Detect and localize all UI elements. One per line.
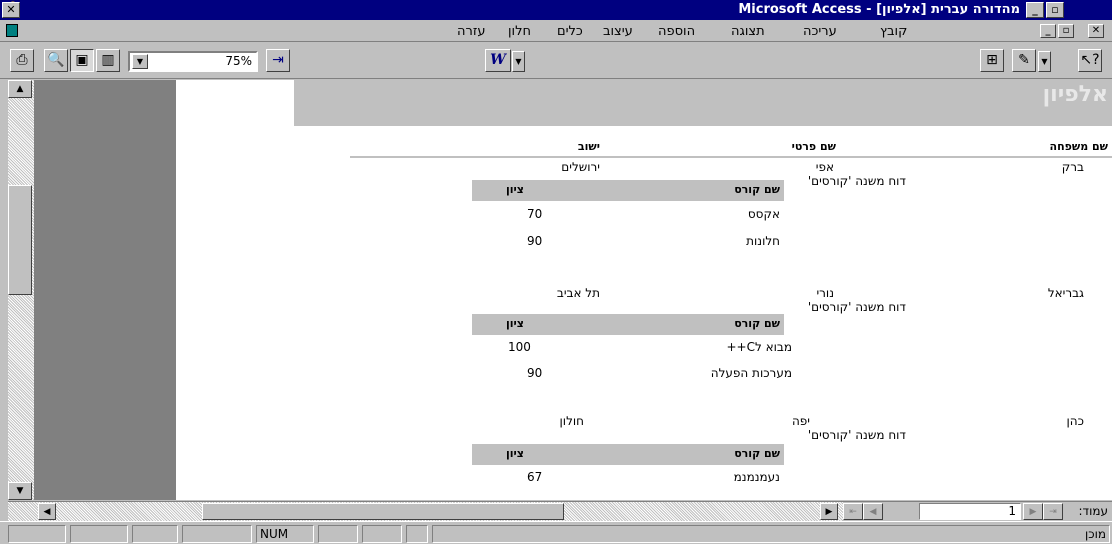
record-last-name: ברק bbox=[1061, 160, 1084, 174]
status-cell bbox=[70, 525, 128, 543]
col-header-first-name: שם פרטי bbox=[791, 140, 836, 153]
course-name: אקסס bbox=[747, 207, 780, 221]
prev-page-icon[interactable]: ◀ bbox=[863, 503, 883, 520]
header-divider bbox=[350, 156, 1112, 158]
sub-header-grade: ציון bbox=[506, 447, 524, 460]
status-cell bbox=[132, 525, 178, 543]
close-preview-icon[interactable]: ⇥ bbox=[266, 49, 290, 72]
sub-header-grade: ציון bbox=[506, 183, 524, 196]
course-name: חלונות bbox=[746, 234, 780, 248]
col-header-city: ישוב bbox=[577, 140, 600, 153]
close-icon[interactable]: ✕ bbox=[2, 2, 20, 18]
mdi-minimize-icon[interactable]: _ bbox=[1040, 24, 1056, 38]
scroll-thumb[interactable] bbox=[8, 185, 32, 295]
sub-header-grade: ציון bbox=[506, 317, 524, 330]
scroll-left-icon[interactable]: ◀ bbox=[38, 503, 56, 520]
menu-format[interactable]: עיצוב bbox=[603, 24, 633, 39]
record-city: ירושלים bbox=[561, 160, 600, 174]
two-pages-icon[interactable]: ▥ bbox=[96, 49, 120, 72]
subreport-header: שם קורס ציון bbox=[472, 180, 784, 201]
office-links-dropdown-icon[interactable]: ▼ bbox=[512, 51, 525, 72]
status-cell bbox=[362, 525, 402, 543]
menu-file[interactable]: קובץ bbox=[880, 24, 907, 39]
last-page-icon[interactable]: ⇤ bbox=[843, 503, 863, 520]
office-links-icon[interactable]: W bbox=[485, 49, 511, 72]
page-background bbox=[34, 80, 176, 500]
course-grade: 70 bbox=[527, 207, 543, 221]
page-navigation: ⇤ ◀ 1 ▶ ⇥ עמוד: bbox=[843, 501, 1112, 521]
status-text: מוכן bbox=[432, 525, 1110, 543]
subreport-label: דוח משנה 'קורסים' bbox=[807, 300, 906, 314]
next-page-icon[interactable]: ▶ bbox=[1023, 503, 1043, 520]
page-number: 1 bbox=[1008, 504, 1016, 518]
mdi-restore-icon[interactable]: ▫ bbox=[1058, 24, 1074, 38]
course-name: מערכות הפעלה bbox=[710, 366, 792, 380]
first-page-icon[interactable]: ⇥ bbox=[1043, 503, 1063, 520]
sub-header-course: שם קורס bbox=[734, 447, 780, 460]
report-icon[interactable] bbox=[6, 24, 18, 37]
record-last-name: כהן bbox=[1066, 414, 1084, 428]
report-header-band: אלפיון bbox=[294, 80, 1112, 126]
window-title: Microsoft Access - [אלפיון] מהדורה עברית bbox=[738, 2, 1020, 17]
new-object-icon[interactable]: ✎ bbox=[1012, 49, 1036, 72]
maximize-icon[interactable]: ▫ bbox=[1046, 2, 1064, 18]
zoom-value: 75% bbox=[225, 54, 252, 68]
status-cell bbox=[318, 525, 358, 543]
num-lock-indicator: NUM bbox=[256, 525, 314, 543]
print-icon[interactable]: ⎙ bbox=[10, 49, 34, 72]
menu-insert[interactable]: הוספה bbox=[658, 24, 695, 39]
menu-tools[interactable]: כלים bbox=[557, 24, 583, 39]
minimize-icon[interactable]: _ bbox=[1026, 2, 1044, 18]
record-city: תל אביב bbox=[556, 286, 600, 300]
course-name: נעמנמנמ bbox=[733, 470, 780, 484]
scroll-up-icon[interactable]: ▲ bbox=[8, 80, 32, 98]
record-first-name: יפה bbox=[791, 414, 810, 428]
status-cell bbox=[182, 525, 252, 543]
sub-header-course: שם קורס bbox=[734, 317, 780, 330]
vertical-scrollbar[interactable]: ▲ ▼ bbox=[8, 80, 34, 500]
report-title: אלפיון bbox=[1042, 82, 1108, 107]
status-bar: NUM מוכן bbox=[0, 521, 1112, 544]
zoom-combo[interactable]: ▼ 75% bbox=[128, 51, 258, 72]
record-first-name: נורי bbox=[816, 286, 834, 300]
one-page-icon[interactable]: ▣ bbox=[70, 49, 94, 72]
course-grade: 90 bbox=[527, 366, 543, 380]
toolbar: ⎙ 🔍 ▣ ▥ ▼ 75% ⇥ W ▼ ⊞ ✎ ▼ ↖? bbox=[0, 43, 1112, 79]
menu-view[interactable]: תצוגה bbox=[731, 24, 765, 39]
subreport-header: שם קורס ציון bbox=[472, 314, 784, 335]
page-number-input[interactable]: 1 bbox=[919, 503, 1021, 520]
zoom-dropdown-icon[interactable]: ▼ bbox=[132, 54, 148, 69]
col-header-last-name: שם משפחה bbox=[1049, 140, 1108, 153]
subreport-label: דוח משנה 'קורסים' bbox=[807, 428, 906, 442]
hscroll-thumb[interactable] bbox=[202, 503, 564, 520]
database-window-icon[interactable]: ⊞ bbox=[980, 49, 1004, 72]
course-grade: 67 bbox=[527, 470, 543, 484]
menu-bar: עזרה חלון כלים עיצוב הוספה תצוגה עריכה ק… bbox=[0, 20, 1112, 42]
course-grade: 100 bbox=[508, 340, 531, 354]
record-last-name: גבריאל bbox=[1047, 286, 1084, 300]
horizontal-scrollbar[interactable]: ◀ ▶ bbox=[8, 501, 843, 521]
course-grade: 90 bbox=[527, 234, 543, 248]
zoom-icon[interactable]: 🔍 bbox=[44, 49, 68, 72]
status-cell bbox=[406, 525, 428, 543]
scroll-down-icon[interactable]: ▼ bbox=[8, 482, 32, 500]
status-cell bbox=[8, 525, 66, 543]
record-first-name: אפי bbox=[815, 160, 834, 174]
help-pointer-icon[interactable]: ↖? bbox=[1078, 49, 1102, 72]
new-object-dropdown-icon[interactable]: ▼ bbox=[1038, 51, 1051, 72]
record-city: חולון bbox=[559, 414, 584, 428]
subreport-header: שם קורס ציון bbox=[472, 444, 784, 465]
subreport-label: דוח משנה 'קורסים' bbox=[807, 174, 906, 188]
menu-edit[interactable]: עריכה bbox=[803, 24, 837, 39]
page-label: עמוד: bbox=[1078, 504, 1108, 518]
sub-header-course: שם קורס bbox=[734, 183, 780, 196]
course-name: מבוא לC++ bbox=[726, 340, 792, 354]
scroll-right-icon[interactable]: ▶ bbox=[820, 503, 838, 520]
title-bar: 🔑 Microsoft Access - [אלפיון] מהדורה עבר… bbox=[0, 0, 1112, 20]
mdi-close-icon[interactable]: ✕ bbox=[1088, 24, 1104, 38]
menu-window[interactable]: חלון bbox=[508, 24, 531, 39]
menu-help[interactable]: עזרה bbox=[457, 24, 485, 39]
